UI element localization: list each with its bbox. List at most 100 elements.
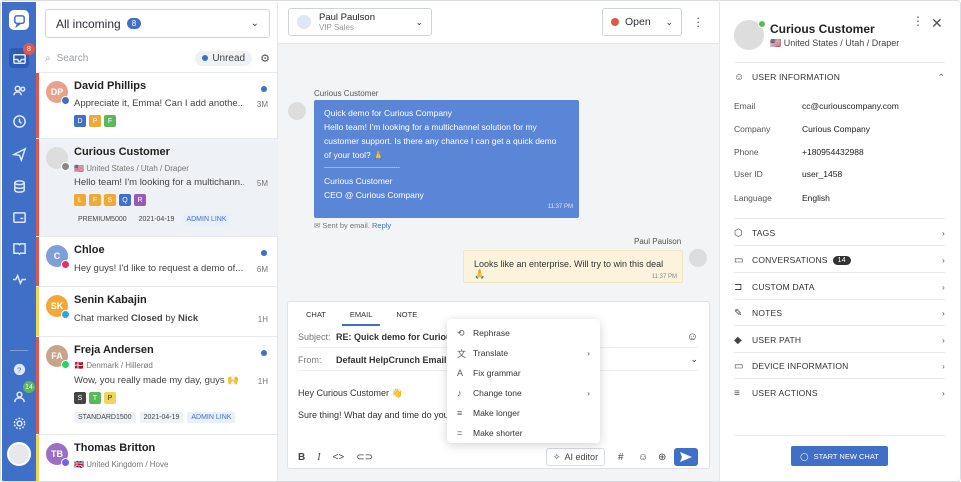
send-button[interactable]	[674, 448, 698, 466]
app-window: 8 ? 14 All incoming 8 ⌄ ⌕ Search Unread …	[0, 0, 961, 482]
status-label: Open	[625, 16, 651, 28]
chevron-right-icon: ›	[941, 308, 945, 318]
help-icon[interactable]: ?	[9, 359, 29, 379]
contact-location: 🇺🇸 United States / Utah / Draper	[74, 164, 189, 173]
section-user-actions[interactable]: ≡ USER ACTIONS ›	[734, 381, 945, 405]
activity-icon[interactable]	[9, 269, 29, 289]
app-logo-icon[interactable]	[9, 10, 29, 30]
menu-item-make-longer[interactable]: ≡ Make longer	[447, 403, 600, 423]
custom-data-chips: PREMIUM5000 2021-04-19 ADMIN LINK	[74, 214, 231, 225]
tab-chat[interactable]: CHAT	[298, 308, 334, 326]
from-select[interactable]: Default HelpCrunch Email A	[336, 355, 455, 365]
status-select[interactable]: Open ⌄	[602, 8, 682, 36]
chevron-right-icon: ›	[941, 335, 945, 345]
link-icon[interactable]: ⊂⊃	[356, 452, 373, 463]
tab-note[interactable]: NOTE	[388, 308, 425, 326]
device-icon: ▭	[734, 360, 744, 372]
assignee-select[interactable]: Paul Paulson VIP Sales ⌄	[288, 8, 432, 36]
my-avatar[interactable]	[7, 442, 31, 466]
message-time: 1H	[257, 377, 268, 386]
admin-link[interactable]: ADMIN LINK	[182, 214, 231, 225]
instagram-channel-icon	[61, 260, 70, 269]
more-options-icon[interactable]: · · ·	[696, 11, 700, 32]
bold-icon[interactable]: B	[298, 452, 305, 463]
widget-icon[interactable]	[9, 207, 29, 227]
search-icon: ⌕	[45, 52, 51, 64]
tab-email[interactable]: EMAIL	[341, 308, 381, 326]
tone-icon: ♪	[457, 388, 462, 398]
knowledge-base-icon[interactable]	[9, 238, 29, 258]
history-icon[interactable]	[9, 111, 29, 131]
contact-name: Freja Andersen	[74, 344, 154, 356]
path-icon: ◆	[734, 334, 742, 346]
rail-divider	[10, 350, 28, 351]
customer-message-bubble: Quick demo for Curious Company Hello tea…	[314, 100, 579, 218]
italic-icon[interactable]: I	[317, 452, 320, 463]
close-icon[interactable]: ✕	[931, 15, 943, 32]
settings-icon[interactable]	[9, 413, 29, 433]
add-icon[interactable]: ⊕	[658, 452, 666, 463]
last-message: Wow, you really made my day, guys 🙌	[74, 375, 240, 386]
menu-item-translate[interactable]: 文 Translate ›	[447, 343, 600, 363]
list-item[interactable]: Curious Customer 🇺🇸 United States / Utah…	[36, 138, 278, 236]
actions-icon: ≡	[734, 387, 741, 399]
search-input[interactable]: Search	[57, 53, 177, 64]
section-custom-data[interactable]: ⊐ CUSTOM DATA ›	[734, 275, 945, 299]
section-user-information[interactable]: ☺ USER INFORMATION ⌃	[734, 65, 945, 89]
avatar: FA	[46, 345, 70, 369]
section-conversations[interactable]: ▭ CONVERSATIONS 14 ›	[734, 248, 945, 272]
message-time: 11:37 PM	[547, 204, 573, 210]
ai-editor-menu: ⟲ Rephrase 文 Translate › A Fix grammar ♪ Chan…	[447, 319, 600, 443]
section-device-information[interactable]: ▭ DEVICE INFORMATION ›	[734, 354, 945, 378]
admin-link[interactable]: ADMIN LINK	[187, 412, 236, 423]
start-new-chat-button[interactable]: ◯ START NEW CHAT	[791, 446, 888, 466]
contact-location: 🇬🇧 United Kingdom / Hove	[74, 460, 169, 469]
contacts-icon[interactable]	[9, 80, 29, 100]
list-item[interactable]: SK Senin Kabajin Chat marked Closed by N…	[36, 286, 278, 336]
hashtag-icon[interactable]: #	[618, 452, 624, 463]
svg-text:?: ?	[17, 365, 21, 374]
inbox-filter-select[interactable]: All incoming 8 ⌄	[45, 9, 270, 38]
inbox-icon[interactable]: 8	[9, 43, 35, 68]
chevron-right-icon: ›	[587, 388, 590, 398]
agent-avatar	[297, 15, 311, 29]
filter-settings-icon[interactable]: ⚙	[260, 52, 270, 65]
list-item[interactable]: DP David Phillips Appreciate it, Emma! C…	[36, 72, 278, 138]
menu-item-make-shorter[interactable]: = Make shorter	[447, 423, 600, 443]
database-icon[interactable]	[9, 176, 29, 196]
emoji-icon[interactable]: ☺	[638, 452, 648, 463]
list-item[interactable]: TB Thomas Britton 🇬🇧 United Kingdom / Ho…	[36, 434, 278, 481]
composer-body-line[interactable]: Sure thing! What day and time do you	[298, 410, 449, 420]
status-dot-icon	[611, 18, 619, 26]
customer-profile-panel: Curious Customer 🇺🇸 United States / Utah…	[719, 2, 960, 481]
reply-link[interactable]: Reply	[372, 221, 391, 230]
team-icon[interactable]: 14	[9, 381, 35, 406]
section-user-path[interactable]: ◆ USER PATH ›	[734, 328, 945, 352]
unread-filter-toggle[interactable]: Unread	[195, 50, 253, 66]
section-tags[interactable]: ⬡ TAGS ›	[734, 221, 945, 245]
sparkle-icon: ✧	[553, 451, 561, 462]
section-notes[interactable]: ✎ NOTES ›	[734, 301, 945, 325]
menu-item-fix-grammar[interactable]: A Fix grammar	[447, 363, 600, 383]
avatar: C	[46, 245, 70, 269]
user-icon: ☺	[734, 71, 745, 83]
avatar: SK	[46, 295, 70, 319]
custom-data-icon: ⊐	[734, 281, 743, 293]
messenger-channel-icon	[61, 96, 70, 105]
send-icon[interactable]	[9, 144, 29, 164]
emoji-icon[interactable]: ☺	[687, 331, 698, 343]
menu-item-rephrase[interactable]: ⟲ Rephrase	[447, 323, 600, 343]
list-item[interactable]: FA Freja Andersen 🇩🇰 Denmark / Hillerød …	[36, 336, 278, 434]
ai-editor-button[interactable]: ✧ AI editor	[546, 448, 606, 466]
menu-item-change-tone[interactable]: ♪ Change tone ›	[447, 383, 600, 403]
chevron-down-icon[interactable]: ⌄	[690, 354, 698, 365]
code-icon[interactable]: <>	[333, 452, 345, 463]
composer-body-line[interactable]: Hey Curious Customer 👋	[298, 388, 403, 399]
more-options-icon[interactable]: ⋮	[912, 14, 924, 28]
list-item[interactable]: C Chloe Hey guys! I'd like to request a …	[36, 236, 278, 286]
message-time: 1H	[257, 315, 268, 324]
note-icon: ✎	[734, 307, 743, 319]
subject-field[interactable]: RE: Quick demo for Curious	[336, 332, 457, 342]
custom-data-chips: STANDARD1500 2021-04-19 ADMIN LINK	[74, 412, 236, 423]
search-bar: ⌕ Search Unread ⚙	[45, 48, 270, 68]
